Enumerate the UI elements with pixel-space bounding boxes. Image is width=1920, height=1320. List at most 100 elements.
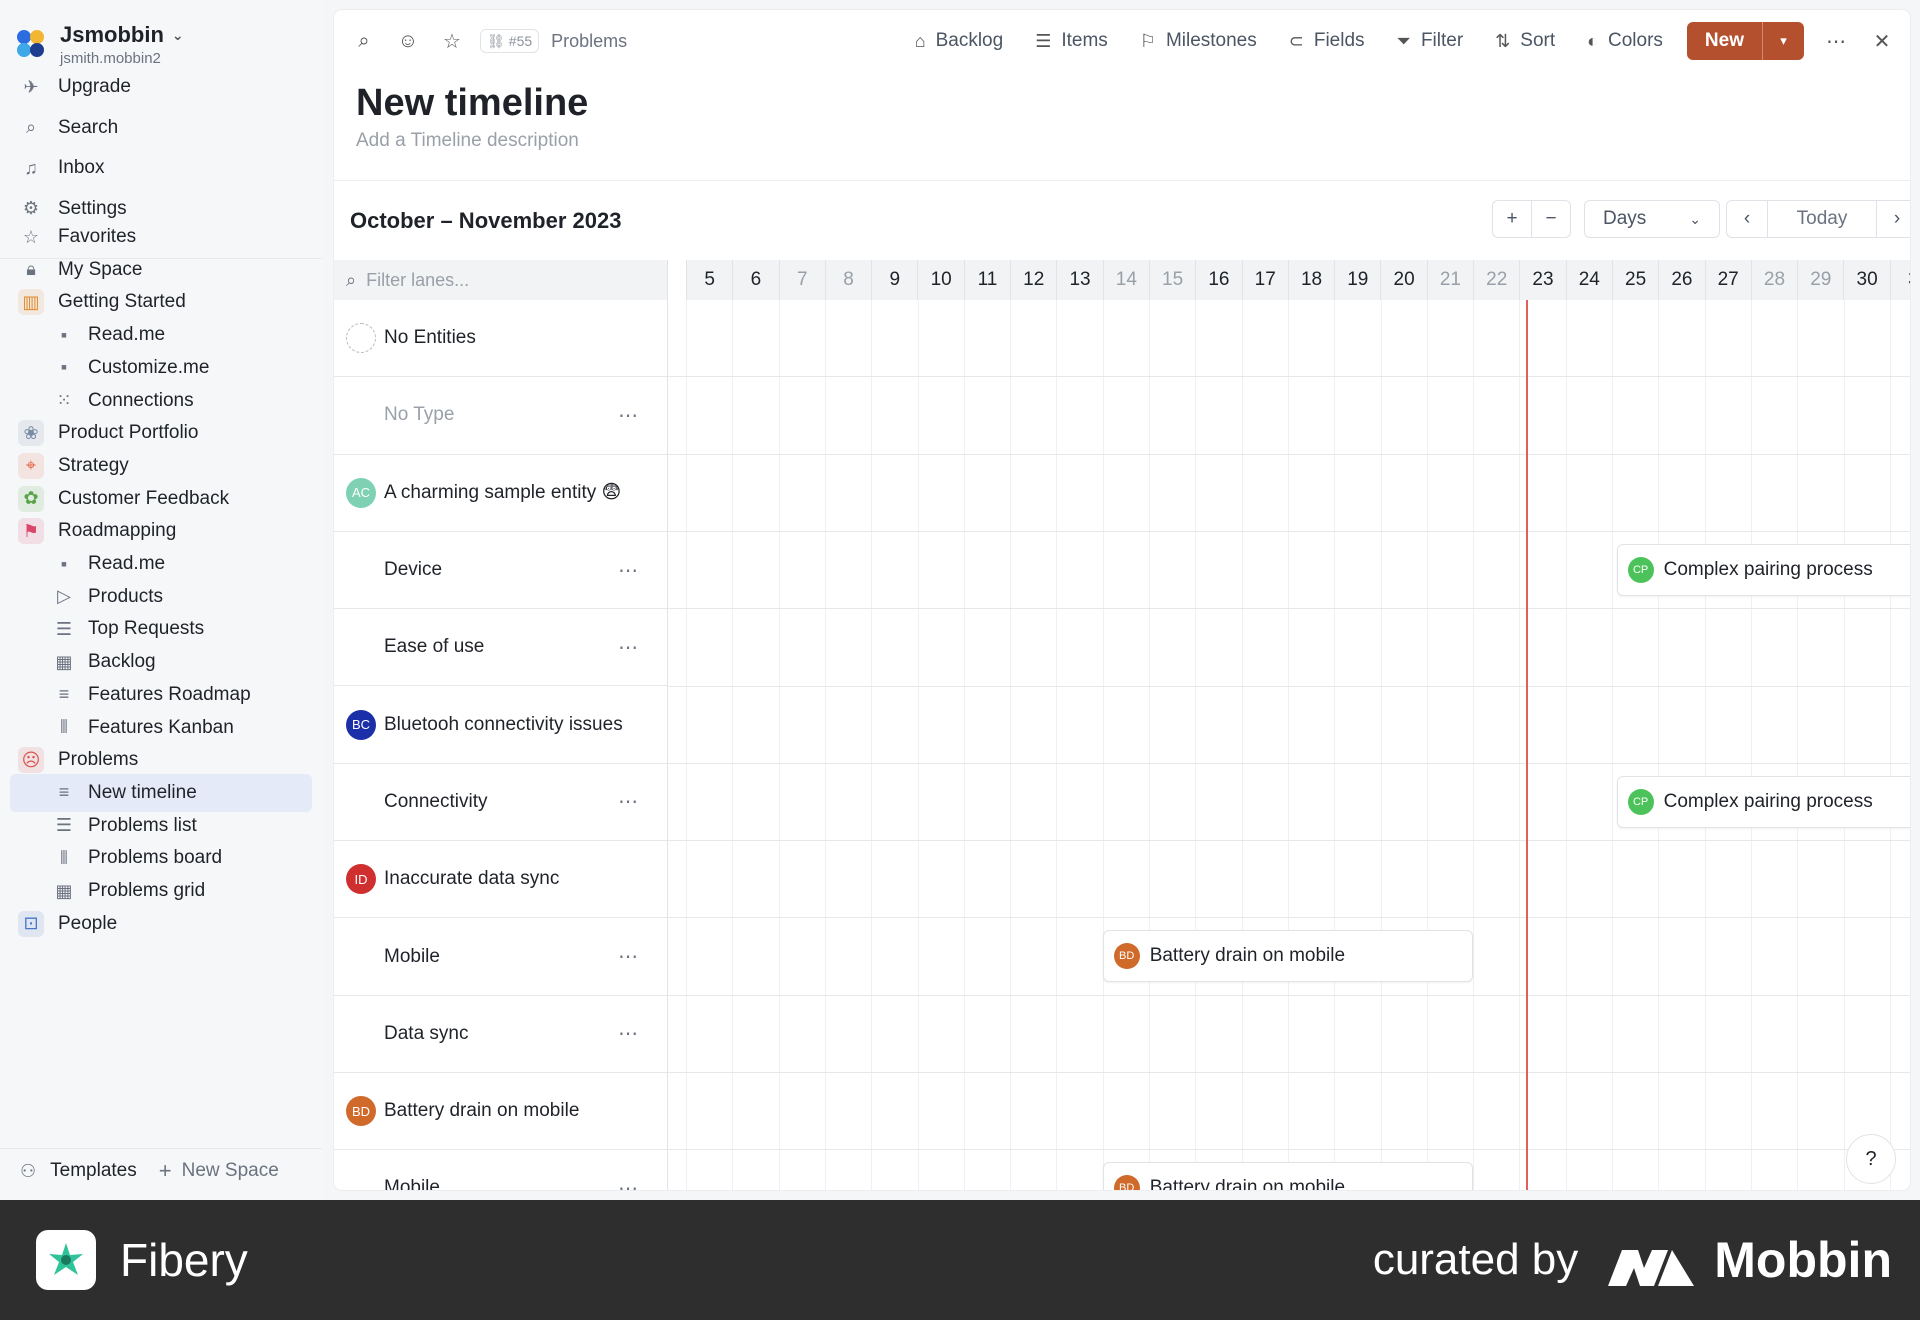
new-button[interactable]: New ▾ [1686, 22, 1804, 60]
sidebar-item-label: Connections [88, 389, 194, 411]
star-icon: ☆ [22, 226, 40, 247]
group-lane[interactable]: Device ⋯ [334, 532, 667, 610]
star-icon[interactable]: ☆ [438, 27, 466, 55]
day-header-cell: 13 [1056, 260, 1102, 300]
more-icon[interactable]: ⋯ [618, 558, 639, 583]
zoom-in-button[interactable]: + [1492, 200, 1532, 238]
sidebar-item-search[interactable]: ⌕ Search [10, 109, 312, 147]
page-title[interactable]: New timeline [356, 82, 588, 125]
entity-lane[interactable]: BD Battery drain on mobile [334, 1073, 667, 1151]
day-header-cell: 17 [1241, 260, 1288, 300]
group-lane[interactable]: Ease of use ⋯ [334, 609, 667, 687]
more-icon[interactable]: ⋯ [618, 635, 639, 660]
more-icon[interactable]: ⋯ [618, 944, 639, 969]
fields-button[interactable]: ⊂ Fields [1289, 30, 1365, 52]
lane-divider [668, 376, 1910, 378]
entity-lane[interactable]: BC Bluetooh connectivity issues [334, 686, 667, 764]
timeline-card[interactable]: CP Complex pairing process [1616, 543, 1910, 596]
entity-id-badge[interactable]: ⛓ #55 [480, 29, 540, 53]
sidebar-item-label: Settings [58, 197, 127, 219]
kanban-icon: ⦀ [60, 847, 68, 868]
more-icon[interactable]: ⋯ [618, 789, 639, 814]
close-icon[interactable]: ✕ [1868, 27, 1896, 55]
scale-select[interactable]: Days ⌄ [1584, 200, 1720, 238]
next-button[interactable]: › [1876, 200, 1910, 238]
chevron-down-icon: ⌄ [171, 26, 184, 43]
breadcrumb[interactable]: Problems [551, 31, 627, 52]
more-icon[interactable]: ⋯ [618, 403, 639, 428]
search-icon: ⌕ [25, 117, 37, 137]
new-space-button[interactable]: + New Space [159, 1158, 279, 1184]
sort-button[interactable]: ⇅ Sort [1495, 30, 1555, 52]
day-gridline [1704, 300, 1706, 1190]
milestones-button[interactable]: ⚐ Milestones [1140, 30, 1257, 52]
sidebar-item-people[interactable]: ⊡ People [10, 905, 312, 943]
filter-button[interactable]: ⏷ Filter [1397, 30, 1464, 52]
timeline-grid: ⌕ Filter lanes... 5 6 7 8 9 10 11 12 13 14 15 16 17 1… [334, 260, 1910, 1190]
lane-divider [668, 994, 1910, 996]
day-header-cell: 10 [917, 260, 963, 300]
timeline-canvas[interactable]: CP Complex pairing process CP Complex pairi… [668, 300, 1910, 1190]
items-icon: ☰ [1035, 30, 1052, 51]
lane-divider [668, 1072, 1910, 1073]
doc-icon: ▪ [60, 324, 68, 345]
avatar: AC [346, 477, 376, 508]
workspace-switcher[interactable]: Jsmobbin ⌄ jsmith.mobbin2 [14, 22, 184, 67]
card-label: Battery drain on mobile [1149, 945, 1346, 967]
prev-button[interactable]: ‹ [1726, 200, 1768, 238]
entity-lane[interactable]: AC A charming sample entity 😨 [334, 455, 667, 532]
day-header-cell: 6 [732, 260, 778, 300]
header-divider [334, 180, 1910, 181]
avatar: BD [1113, 943, 1140, 970]
group-lane[interactable]: Connectivity ⋯ [334, 764, 667, 842]
group-lane[interactable]: No Type ⋯ [334, 377, 667, 455]
person-icon: ⊡ [18, 910, 44, 937]
chevron-down-icon[interactable]: ▾ [1762, 22, 1804, 60]
group-lane[interactable]: Mobile ⋯ [334, 1150, 667, 1190]
timeline-card[interactable]: CP Complex pairing process [1616, 775, 1910, 828]
description-input[interactable]: Add a Timeline description [356, 130, 579, 152]
entity-lane[interactable]: No Entities [334, 300, 667, 378]
day-gridline [778, 300, 780, 1190]
items-button[interactable]: ☰ Items [1035, 30, 1108, 52]
more-icon[interactable]: ⋯ [1822, 27, 1850, 55]
templates-link[interactable]: ⚇ Templates [20, 1160, 137, 1182]
help-button[interactable]: ? [1846, 1134, 1896, 1184]
signpost-icon: ⚑ [18, 518, 44, 545]
today-marker [1526, 300, 1529, 1190]
timeline-card[interactable]: BD Battery drain on mobile [1102, 1162, 1474, 1190]
colors-button[interactable]: ◐ Colors [1587, 30, 1663, 52]
grid-icon: ▦ [55, 651, 73, 672]
day-header-cell: 18 [1287, 260, 1334, 300]
templates-icon: ⚇ [20, 1160, 37, 1181]
today-label: Today [1796, 208, 1848, 229]
emoji-icon[interactable]: ☺ [394, 27, 422, 55]
entity-lane[interactable]: ID Inaccurate data sync [334, 841, 667, 919]
group-lane[interactable]: Mobile ⋯ [334, 918, 667, 996]
filter-lanes-input[interactable]: ⌕ Filter lanes... [334, 260, 668, 300]
empty-avatar-icon [346, 323, 376, 354]
day-header-cell: 9 [871, 260, 917, 300]
sidebar: Jsmobbin ⌄ jsmith.mobbin2 ✈ Upgrade ⌕ Search… [0, 0, 322, 1200]
today-button[interactable]: Today [1767, 200, 1877, 238]
zoom-out-button[interactable]: − [1531, 200, 1571, 238]
card-label: Complex pairing process [1663, 558, 1873, 580]
toolbar-button-label: Fields [1313, 30, 1365, 51]
sidebar-item-label: Products [88, 585, 163, 607]
more-icon[interactable]: ⋯ [618, 1176, 639, 1190]
search-icon[interactable]: ⌕ [350, 27, 378, 55]
sidebar-item-label: Roadmapping [58, 520, 177, 542]
sidebar-item-upgrade[interactable]: ✈ Upgrade [10, 68, 312, 106]
group-lane[interactable]: Data sync ⋯ [334, 996, 667, 1073]
day-header-cell: 19 [1334, 260, 1380, 300]
bell-icon: ♫ [24, 157, 38, 178]
more-icon[interactable]: ⋯ [618, 1021, 639, 1046]
sidebar-item-label: Read.me [88, 324, 166, 346]
day-header-cell: 28 [1750, 260, 1797, 300]
lane-label: Battery drain on mobile [384, 1100, 580, 1122]
sidebar-item-label: Inbox [58, 157, 105, 178]
timeline-card[interactable]: BD Battery drain on mobile [1102, 930, 1474, 983]
backlog-button[interactable]: ⌂ Backlog [915, 30, 1003, 52]
day-header-cell: 8 [824, 260, 871, 300]
sidebar-item-inbox[interactable]: ♫ Inbox [10, 149, 312, 187]
